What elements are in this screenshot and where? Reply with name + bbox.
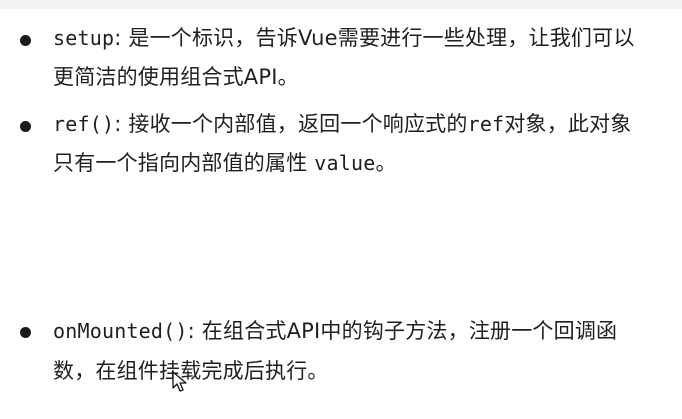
item-text: 对象，此对象	[504, 112, 632, 136]
list-item-line: 只有一个指向内部值的属性 value。	[53, 149, 397, 177]
list-item-line: ref(): 接收一个内部值，返回一个响应式的ref对象，此对象	[53, 110, 632, 138]
item-text: 数，在组件挂载完成后执行。	[53, 359, 329, 383]
code-ref: ref	[467, 112, 505, 136]
list-item-line: 数，在组件挂载完成后执行。	[53, 357, 329, 385]
list-item-line: onMounted(): 在组合式API中的钩子方法，注册一个回调函	[53, 317, 617, 345]
bullet-dot-icon	[20, 121, 31, 132]
code-onmounted: onMounted()	[53, 319, 188, 343]
item-text: : 是一个标识，告诉Vue需要进行一些处理，让我们可以	[114, 26, 635, 50]
code-setup: setup	[53, 26, 115, 50]
mouse-pointer-icon	[172, 371, 187, 392]
code-ref-call: ref()	[53, 112, 115, 136]
item-text: 。	[375, 151, 397, 175]
list-item-line: 更简洁的使用组合式API。	[53, 63, 299, 91]
item-text: : 接收一个内部值，返回一个响应式的	[114, 112, 468, 136]
list-item-line: setup: 是一个标识，告诉Vue需要进行一些处理，让我们可以	[53, 24, 635, 52]
bullet-list: setup: 是一个标识，告诉Vue需要进行一些处理，让我们可以 更简洁的使用组…	[0, 0, 682, 419]
code-value: value	[314, 151, 376, 175]
item-text: : 在组合式API中的钩子方法，注册一个回调函	[187, 319, 618, 343]
bullet-dot-icon	[20, 327, 31, 338]
item-text: 更简洁的使用组合式API。	[53, 65, 299, 89]
item-text: 只有一个指向内部值的属性	[53, 151, 315, 175]
bullet-dot-icon	[20, 35, 31, 46]
